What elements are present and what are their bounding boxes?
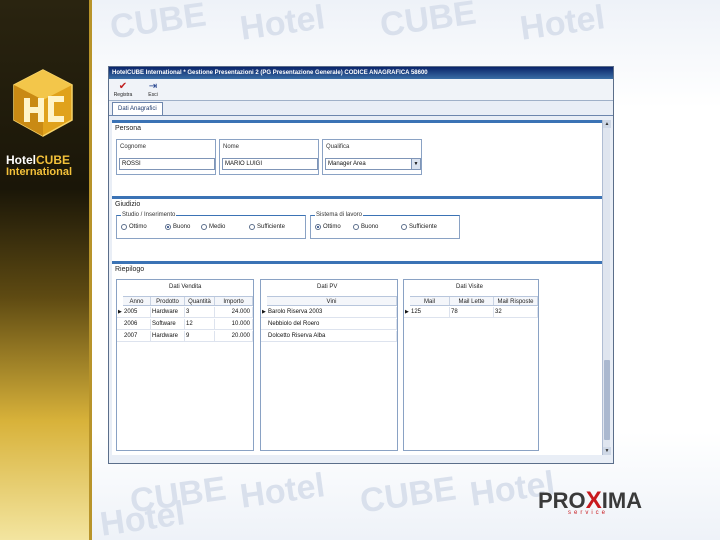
column-header[interactable]: Anno [123,297,151,305]
form-content: Persona Cognome ROSSI Nome MARIO LUIGI Q… [112,120,602,455]
nome-group: Nome MARIO LUIGI [219,139,319,175]
proxima-tagline: service [568,510,609,516]
cognome-label: Cognome [119,144,148,150]
watermark-text: CUBE [377,0,479,45]
vertical-scrollbar[interactable]: ▲ ▼ [602,120,611,455]
radio-icon [121,224,127,230]
radio-icon [201,224,207,230]
grid-title: Dati Vendita [169,284,202,290]
qualifica-label: Qualifica [325,144,351,150]
table-row[interactable]: 2006 Software 12 10.000 [117,319,253,330]
tab-dati-anagrafici[interactable]: Dati Anagrafici [112,102,163,115]
studio-radio-0[interactable]: Ottimo [121,224,147,230]
watermark-text: CUBE [127,469,229,521]
radio-icon [353,224,359,230]
proxima-wordmark: PROXIMA [538,487,643,514]
watermark-text: CUBE [357,469,459,521]
cube-logo-icon [13,69,73,137]
column-header[interactable]: Mail Lette [450,297,494,305]
section-giudizio: Giudizio Studio / Inserimento Ottimo Buo… [112,196,602,261]
radio-checked-icon [315,224,321,230]
scroll-down-icon[interactable]: ▼ [603,447,611,455]
table-row[interactable]: ▶ 2005 Hardware 3 24.000 [117,307,253,318]
column-header[interactable]: Quantità [185,297,215,305]
nome-field[interactable]: MARIO LUIGI [222,158,318,170]
sistema-group: Sistema di lavoro Ottimo Buono Sufficien… [310,212,460,239]
scroll-up-icon[interactable]: ▲ [603,120,611,128]
section-title: Persona [115,125,142,132]
tab-strip: Dati Anagrafici [109,101,613,116]
proxima-logo: PROXIMA service [538,487,692,520]
section-title: Giudizio [115,201,141,208]
grid-header: Vini [267,296,397,306]
check-icon: ✔ [118,80,128,92]
column-header[interactable]: Vini [267,297,397,305]
section-persona: Persona Cognome ROSSI Nome MARIO LUIGI Q… [112,120,602,196]
exit-icon: ⇥ [148,80,158,92]
grid-header: Anno Prodotto Quantità Importo [123,296,253,306]
studio-radio-2[interactable]: Medio [201,224,225,230]
sistema-radio-0[interactable]: Ottimo [315,224,341,230]
sistema-radio-2[interactable]: Sufficiente [401,224,437,230]
watermark-text: Hotel [517,0,608,48]
app-window: HotelCUBE International * Gestione Prese… [108,66,614,464]
sistema-radio-1[interactable]: Buono [353,224,378,230]
watermark-text: Hotel [237,466,328,516]
column-header[interactable]: Prodotto [151,297,185,305]
column-header[interactable]: Importo [215,297,253,305]
hotelcube-logo: HotelCUBE International [6,68,80,178]
radio-checked-icon [165,224,171,230]
table-row[interactable]: 2007 Hardware 9 20.000 [117,331,253,342]
watermark-text: Hotel [97,494,188,540]
table-row[interactable]: Dolcetto Riserva Alba [261,331,397,342]
grid-title: Dati PV [317,284,338,290]
watermark-text: CUBE [107,0,209,47]
qualifica-group: Qualifica Manager Area ▼ [322,139,422,175]
save-button[interactable]: ✔ Registra [112,80,134,98]
scroll-thumb[interactable] [604,360,610,440]
grid-dati-vendita: Dati Vendita Anno Prodotto Quantità Impo… [116,279,254,451]
studio-radio-3[interactable]: Sufficiente [249,224,285,230]
logo-wordmark: HotelCUBE International [6,153,73,178]
exit-button[interactable]: ⇥ Esci [142,80,164,98]
grid-header: Mail Mail Lette Mail Risposte [410,296,538,306]
cognome-field[interactable]: ROSSI [119,158,215,170]
column-header[interactable]: Mail Risposte [494,297,538,305]
toolbar: ✔ Registra ⇥ Esci [109,79,613,101]
brand-sidebar: HotelCUBE International [0,0,92,540]
watermark-text: Hotel [237,0,328,48]
table-row[interactable]: ▶ 125 78 32 [404,307,538,318]
grid-title: Dati Visite [456,284,483,290]
grid-dati-pv: Dati PV Vini ▶ Barolo Riserva 2003 Nebbi… [260,279,398,451]
section-riepilogo: Riepilogo Dati Vendita Anno Prodotto Qua… [112,261,602,455]
studio-group: Studio / Inserimento Ottimo Buono Medio … [116,212,306,239]
studio-radio-1[interactable]: Buono [165,224,190,230]
column-header[interactable]: Mail [410,297,450,305]
studio-label: Studio / Inserimento [121,212,177,218]
chevron-down-icon[interactable]: ▼ [411,159,420,169]
grid-dati-visite: Dati Visite Mail Mail Lette Mail Rispost… [403,279,539,451]
nome-label: Nome [222,144,241,150]
section-title: Riepilogo [115,266,145,273]
table-row[interactable]: Nebbiolo del Roero [261,319,397,330]
table-row[interactable]: ▶ Barolo Riserva 2003 [261,307,397,318]
window-titlebar: HotelCUBE International * Gestione Prese… [109,67,613,79]
radio-icon [401,224,407,230]
radio-icon [249,224,255,230]
cognome-group: Cognome ROSSI [116,139,216,175]
sistema-label: Sistema di lavoro [315,212,364,218]
qualifica-select[interactable]: Manager Area ▼ [325,158,421,170]
